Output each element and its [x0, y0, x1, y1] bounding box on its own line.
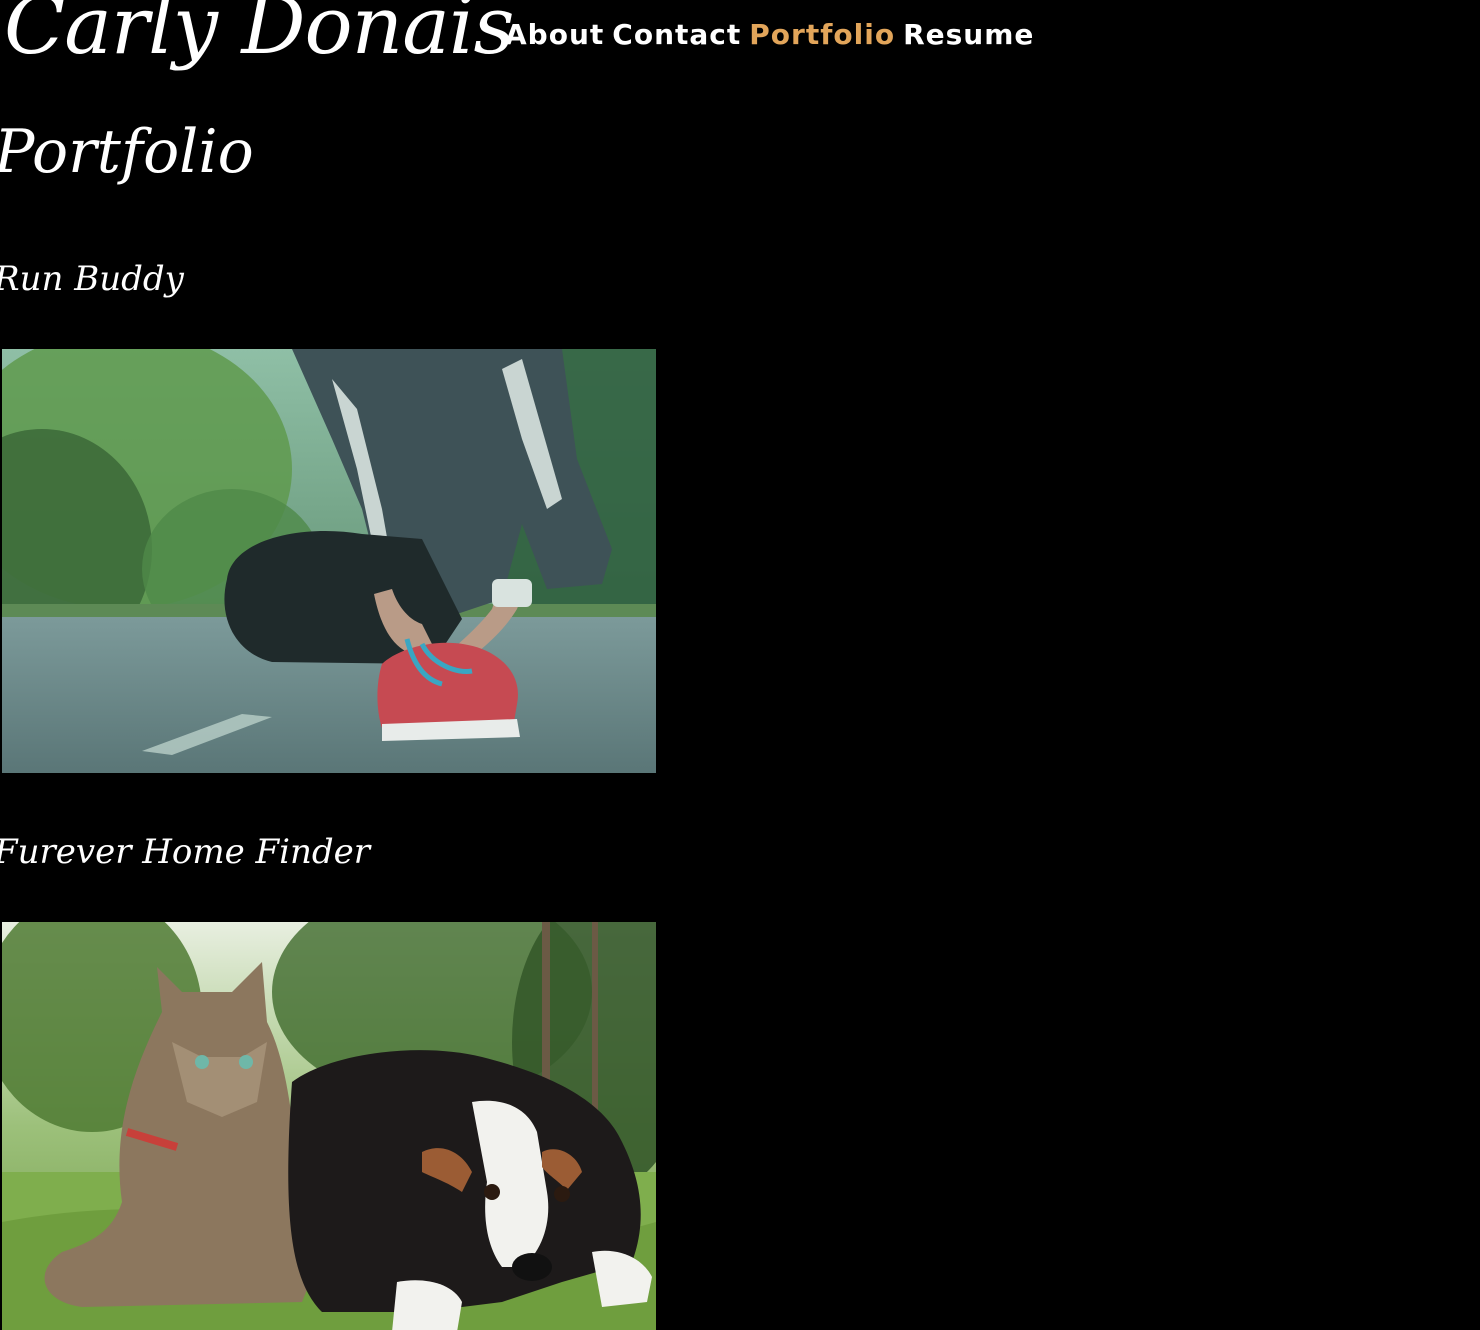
cat-and-puppy-image[interactable] — [2, 922, 656, 1330]
site-title[interactable]: Carly Donais — [4, 0, 515, 66]
main-nav: About Contact Portfolio Resume — [505, 18, 1034, 52]
runner-tying-shoe-image[interactable] — [2, 349, 656, 773]
page-title: Portfolio — [0, 117, 254, 187]
nav-link-contact[interactable]: Contact — [612, 18, 741, 52]
nav-link-about[interactable]: About — [505, 18, 604, 52]
project-title-run-buddy[interactable]: Run Buddy — [0, 262, 184, 296]
project-title-furever-home-finder[interactable]: Furever Home Finder — [0, 835, 370, 869]
site-header: Carly Donais About Contact Portfolio Res… — [0, 0, 1480, 100]
nav-link-resume[interactable]: Resume — [903, 18, 1034, 52]
nav-link-portfolio[interactable]: Portfolio — [749, 18, 895, 52]
